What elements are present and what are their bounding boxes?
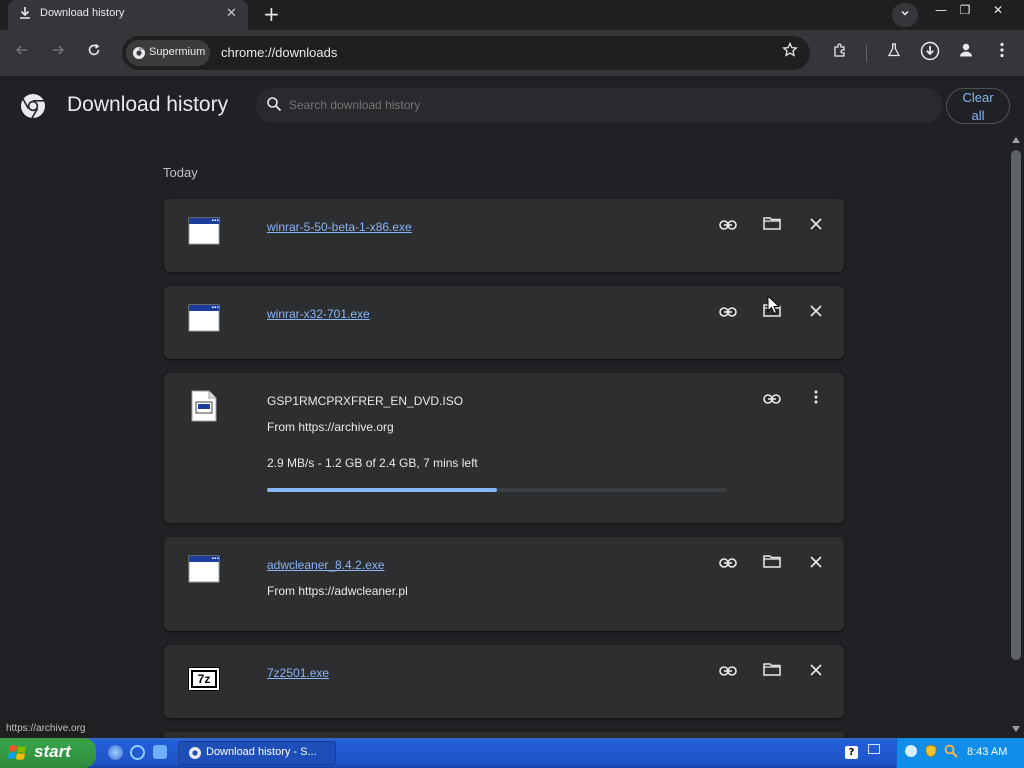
copy-link-icon[interactable] [760,388,784,412]
start-label: start [34,742,71,761]
forward-button[interactable] [44,38,72,66]
close-window-button[interactable]: ✕ [983,0,1013,20]
copy-link-icon[interactable] [716,301,740,325]
remove-item-icon[interactable] [804,214,828,238]
file-source: From https://adwcleaner.pl [267,584,408,598]
supermium-task-icon [189,747,201,759]
download-progress-bar [267,488,727,492]
show-in-folder-icon[interactable] [760,552,784,576]
download-item [164,537,844,631]
forward-arrow-icon [53,45,65,55]
scrollbar-thumb[interactable] [1011,150,1021,660]
file-link[interactable]: adwcleaner_8.4.2.exe [267,558,384,572]
download-item [164,199,844,272]
scroll-up-arrow-icon[interactable] [1012,137,1020,143]
site-chip-label: Supermium [149,46,206,58]
file-link[interactable]: winrar-5-50-beta-1-x86.exe [267,220,412,234]
search-input[interactable] [289,98,889,112]
remove-item-icon[interactable] [804,301,828,325]
download-item [164,645,844,718]
link-status-bubble: https://archive.org [0,720,92,738]
progress-fill [267,488,497,492]
back-arrow-icon [15,45,27,55]
profile-avatar-icon[interactable] [954,41,978,65]
chevron-down-icon [901,10,909,16]
mouse-cursor-icon [767,295,780,315]
quick-launch-browser-icon[interactable] [130,745,145,760]
page-title: Download history [67,93,229,116]
show-in-folder-icon[interactable] [760,660,784,684]
windows-logo-icon [8,745,26,760]
extensions-icon[interactable] [828,41,852,65]
labs-flask-icon[interactable] [882,41,906,65]
menu-kebab-icon[interactable] [990,41,1014,65]
bookmark-star-icon[interactable] [778,41,802,65]
tab-search-button[interactable] [892,3,918,27]
scroll-down-arrow-icon[interactable] [1012,726,1020,732]
new-tab-button[interactable]: + [263,2,280,26]
clock: 8:43 AM [967,746,1008,758]
remove-item-icon[interactable] [804,552,828,576]
window-app-icon [188,304,220,332]
search-icon [267,97,282,112]
security-shield-icon[interactable] [925,744,937,758]
tab-close-icon[interactable]: ✕ [226,6,237,21]
copy-link-icon[interactable] [716,214,740,238]
file-source: From https://archive.org [267,420,394,434]
more-actions-icon[interactable] [804,388,828,412]
copy-link-icon[interactable] [716,552,740,576]
copy-link-icon[interactable] [716,660,740,684]
clear-all-label: Clear all [962,90,994,123]
back-button[interactable] [8,38,36,66]
file-link[interactable]: winrar-x32-701.exe [267,307,370,321]
downloads-toolbar-icon[interactable] [918,41,942,65]
download-status: 2.9 MB/s - 1.2 GB of 2.4 GB, 7 mins left [267,456,478,470]
7zip-icon: 7z [188,667,220,691]
7zip-icon-label: 7z [191,670,217,688]
tray-search-icon[interactable] [944,744,958,758]
file-name: GSP1RMCPRXFRER_EN_DVD.ISO [267,394,464,408]
quick-launch-ie-icon[interactable] [108,745,123,760]
download-icon [20,7,30,19]
file-link[interactable]: 7z2501.exe [267,666,329,680]
restore-button[interactable]: ❐ [950,0,980,20]
reload-button[interactable] [80,38,108,66]
clear-all-button[interactable]: Clear all [946,88,1010,124]
download-item-in-progress [164,373,844,523]
disc-image-file-icon [191,390,217,422]
remove-item-icon[interactable] [804,660,828,684]
tab-title: Download history [40,7,125,19]
network-icon[interactable] [868,744,880,754]
date-section-label: Today [163,165,198,180]
supermium-logo-icon [133,47,145,59]
show-in-folder-icon[interactable] [760,214,784,238]
help-icon[interactable]: ? [845,746,858,759]
quick-launch-app-icon[interactable] [153,745,167,759]
url-text[interactable]: chrome://downloads [221,45,337,60]
window-app-icon [188,217,220,245]
reload-icon [88,43,100,56]
download-item [164,286,844,359]
toolbar-divider [866,44,867,62]
taskbar-task-label: Download history - S... [206,746,317,758]
chrome-logo-icon [21,94,45,119]
tray-status-icon[interactable] [905,745,917,757]
window-app-icon [188,555,220,583]
